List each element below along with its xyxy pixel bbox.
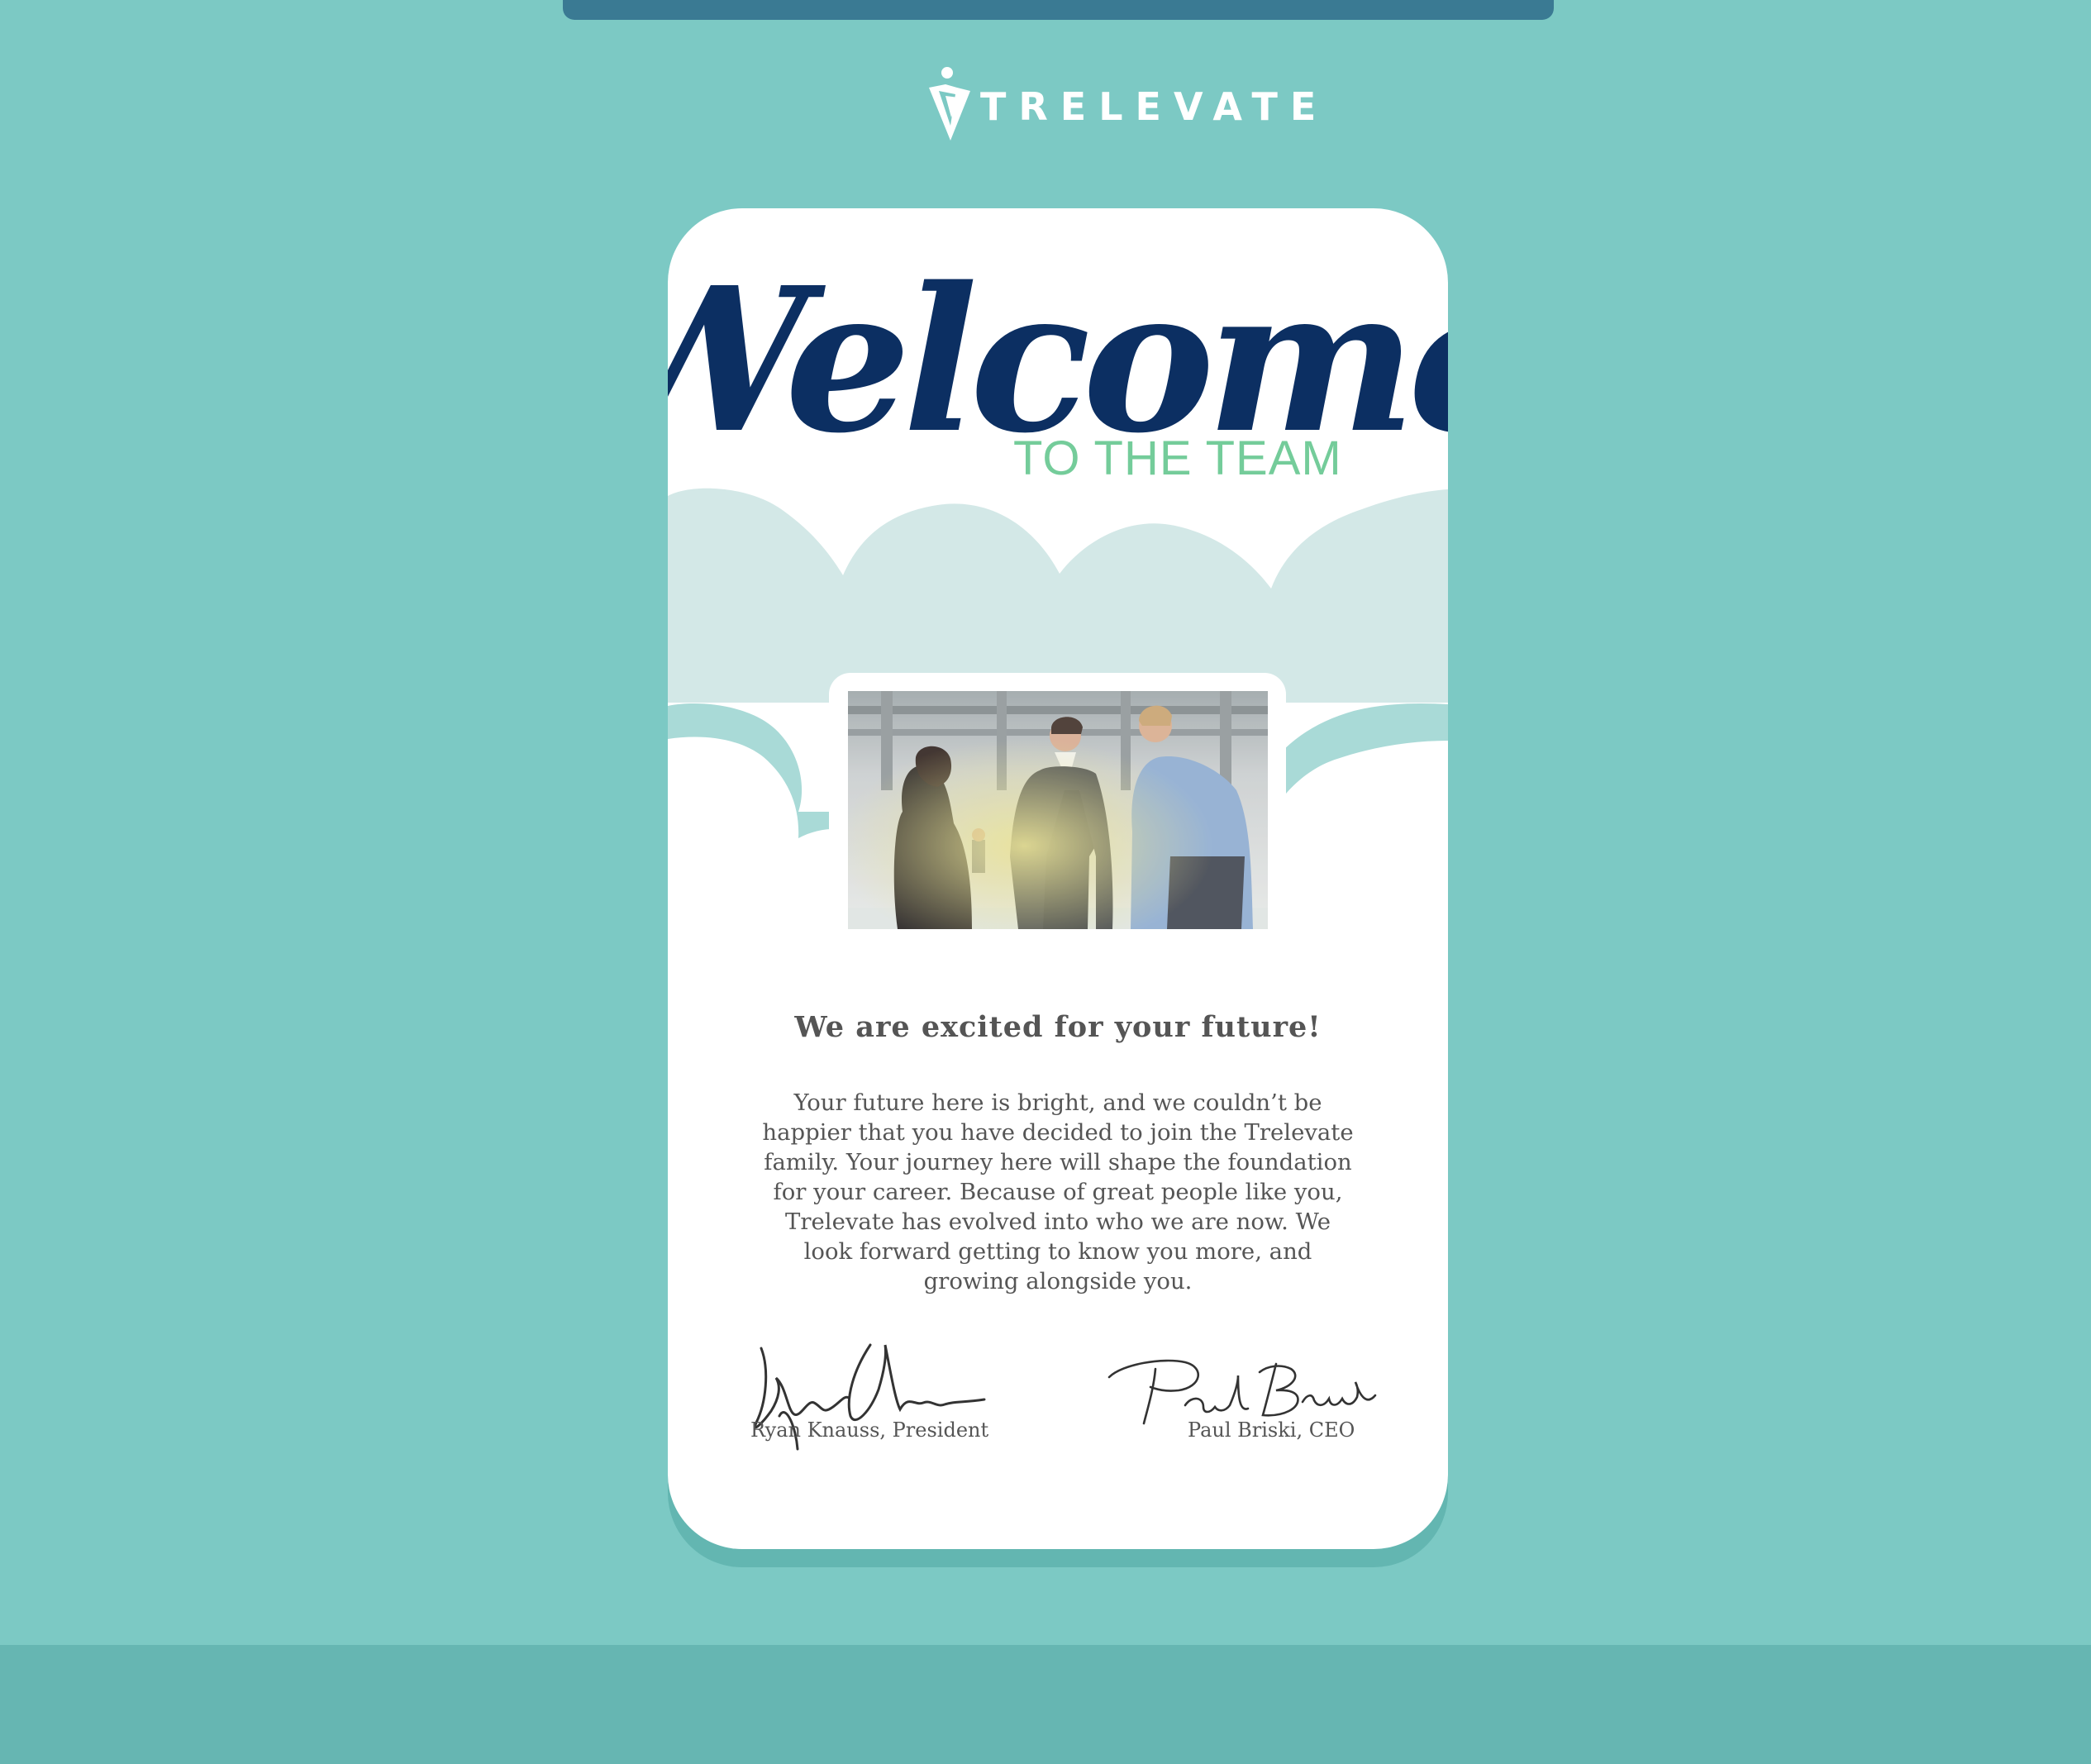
logo-wordmark: TRELEVATE	[980, 84, 1329, 129]
welcome-card: Welcome TO THE TEAM	[668, 208, 1448, 1549]
footer-band	[0, 1645, 2091, 1764]
signature-caption-president: Ryan Knauss, President	[750, 1418, 989, 1442]
welcome-title: Welcome	[668, 244, 1448, 477]
signature-caption-ceo: Paul Briski, CEO	[1188, 1418, 1355, 1442]
trelevate-logo: TRELEVATE	[926, 66, 1316, 142]
headline: We are excited for your future!	[794, 1010, 1322, 1044]
trelevate-v-icon	[929, 67, 970, 141]
team-photo	[848, 691, 1268, 929]
top-bar	[563, 0, 1554, 20]
body-copy: Your future here is bright, and we could…	[762, 1089, 1354, 1294]
to-the-team-subtitle: TO THE TEAM	[1013, 431, 1342, 485]
